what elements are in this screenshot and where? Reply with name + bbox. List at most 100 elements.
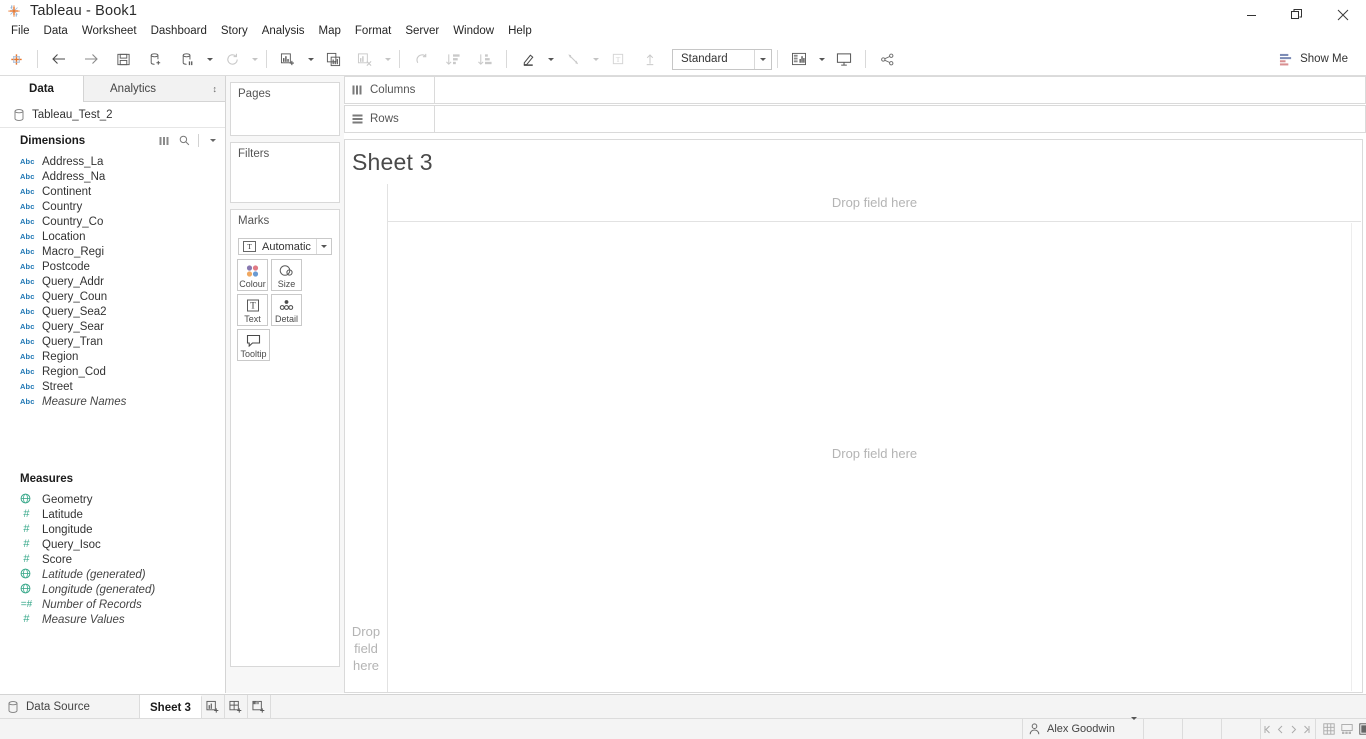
show-labels-button[interactable]: T [602,43,634,75]
dimension-field[interactable]: Abc Location [0,229,225,244]
group-members-button[interactable] [557,43,589,75]
mark-labels-dropdown[interactable] [544,43,557,75]
presentation-mode-button[interactable] [828,43,860,75]
dimension-field[interactable]: Abc Query_Tran [0,334,225,349]
dimension-field[interactable]: Abc Continent [0,184,225,199]
user-dropdown-icon[interactable] [1131,717,1137,738]
new-data-source-button[interactable] [139,43,171,75]
dimension-field[interactable]: Abc Query_Addr [0,274,225,289]
refresh-data-source-button[interactable] [216,43,248,75]
column-drop-area[interactable]: Drop field here [388,184,1361,222]
group-by-folder-icon[interactable] [156,132,173,149]
nav-last-button[interactable] [1301,722,1312,736]
dimension-field[interactable]: Abc Country_Co [0,214,225,229]
save-button[interactable] [107,43,139,75]
duplicate-sheet-button[interactable] [317,43,349,75]
data-source-tab[interactable]: Data Source [0,695,140,718]
nav-first-button[interactable] [1262,722,1273,736]
dimension-field[interactable]: Abc Postcode [0,259,225,274]
measure-field[interactable]: # Latitude [0,507,225,522]
sheet-tab-sheet-3[interactable]: Sheet 3 [140,695,202,718]
cards-dropdown[interactable] [815,43,828,75]
mark-type-dropdown-icon[interactable] [316,239,331,254]
marks-detail-button[interactable]: Detail [271,294,302,326]
dimension-field[interactable]: Abc Query_Sear [0,319,225,334]
fit-dropdown-icon[interactable] [754,49,771,69]
new-dashboard-tab-button[interactable] [224,695,248,718]
dimension-field[interactable]: Abc Address_La [0,154,225,169]
swap-rows-columns-button[interactable] [405,43,437,75]
fit-axis-button[interactable] [783,43,815,75]
refresh-dropdown[interactable] [248,43,261,75]
menu-format[interactable]: Format [348,23,398,42]
tableau-home-button[interactable] [0,43,32,75]
row-drop-area[interactable]: Drop field here [345,184,388,692]
dimension-field[interactable]: Abc Query_Coun [0,289,225,304]
menu-server[interactable]: Server [398,23,446,42]
dimension-field[interactable]: Abc Region_Cod [0,364,225,379]
marks-tooltip-button[interactable]: Tooltip [237,329,270,361]
dimensions-menu-button[interactable] [204,132,221,149]
show-me-button[interactable]: Show Me [1273,43,1354,75]
menu-story[interactable]: Story [214,23,255,42]
dimension-field[interactable]: Abc Street [0,379,225,394]
cell-drop-area[interactable]: Drop field here [388,222,1361,692]
new-worksheet-tab-button[interactable] [201,695,225,718]
measure-field[interactable]: Geometry [0,492,225,507]
clear-sheet-button[interactable] [349,43,381,75]
measure-field[interactable]: Latitude (generated) [0,567,225,582]
sheet-title[interactable]: Sheet 3 [345,140,1362,176]
show-sheet-button[interactable] [1358,722,1366,736]
pause-auto-update-button[interactable] [171,43,203,75]
new-worksheet-dropdown[interactable] [304,43,317,75]
nav-prev-button[interactable] [1275,722,1286,736]
fix-axes-button[interactable] [634,43,666,75]
measure-field[interactable]: =# Number of Records [0,597,225,612]
marks-colour-button[interactable]: Colour [237,259,268,291]
menu-dashboard[interactable]: Dashboard [144,23,214,42]
tab-analytics[interactable]: Analytics ↕ [84,76,225,102]
pages-card[interactable]: Pages [230,82,340,136]
measure-field[interactable]: # Longitude [0,522,225,537]
menu-map[interactable]: Map [312,23,348,42]
measure-field[interactable]: # Query_Isoc [0,537,225,552]
dimension-field[interactable]: Abc Country [0,199,225,214]
measure-field[interactable]: Longitude (generated) [0,582,225,597]
back-button[interactable] [43,43,75,75]
search-icon[interactable] [176,132,193,149]
new-worksheet-button[interactable] [272,43,304,75]
menu-data[interactable]: Data [37,23,75,42]
marks-text-button[interactable]: T Text [237,294,268,326]
measure-field[interactable]: # Measure Values [0,612,225,627]
dimension-field[interactable]: Abc Macro_Regi [0,244,225,259]
share-button[interactable] [871,43,903,75]
sort-descending-button[interactable] [469,43,501,75]
new-story-tab-button[interactable] [247,695,271,718]
group-dropdown[interactable] [589,43,602,75]
dimension-field[interactable]: Abc Measure Names [0,394,225,409]
show-mark-labels-button[interactable] [512,43,544,75]
forward-button[interactable] [75,43,107,75]
user-menu[interactable]: Alex Goodwin [1022,717,1144,739]
fit-select[interactable]: Standard [672,48,772,70]
dimension-field[interactable]: Abc Query_Sea2 [0,304,225,319]
vertical-scrollbar[interactable] [1351,223,1361,691]
tab-data[interactable]: Data [0,76,84,102]
columns-drop-zone[interactable] [434,76,1366,104]
dimension-field[interactable]: Abc Region [0,349,225,364]
menu-analysis[interactable]: Analysis [255,23,312,42]
show-filmstrip-button[interactable] [1340,722,1354,736]
clear-sheet-dropdown[interactable] [381,43,394,75]
rows-drop-zone[interactable] [434,105,1366,133]
dimension-field[interactable]: Abc Address_Na [0,169,225,184]
measure-field[interactable]: # Score [0,552,225,567]
mark-type-select[interactable]: T Automatic [238,238,332,255]
menu-window[interactable]: Window [446,23,501,42]
nav-next-button[interactable] [1288,722,1299,736]
data-source-item[interactable]: Tableau_Test_2 [0,102,225,128]
marks-size-button[interactable]: Size [271,259,302,291]
filters-card[interactable]: Filters [230,142,340,203]
menu-help[interactable]: Help [501,23,539,42]
show-grid-button[interactable] [1322,722,1336,736]
sort-ascending-button[interactable] [437,43,469,75]
